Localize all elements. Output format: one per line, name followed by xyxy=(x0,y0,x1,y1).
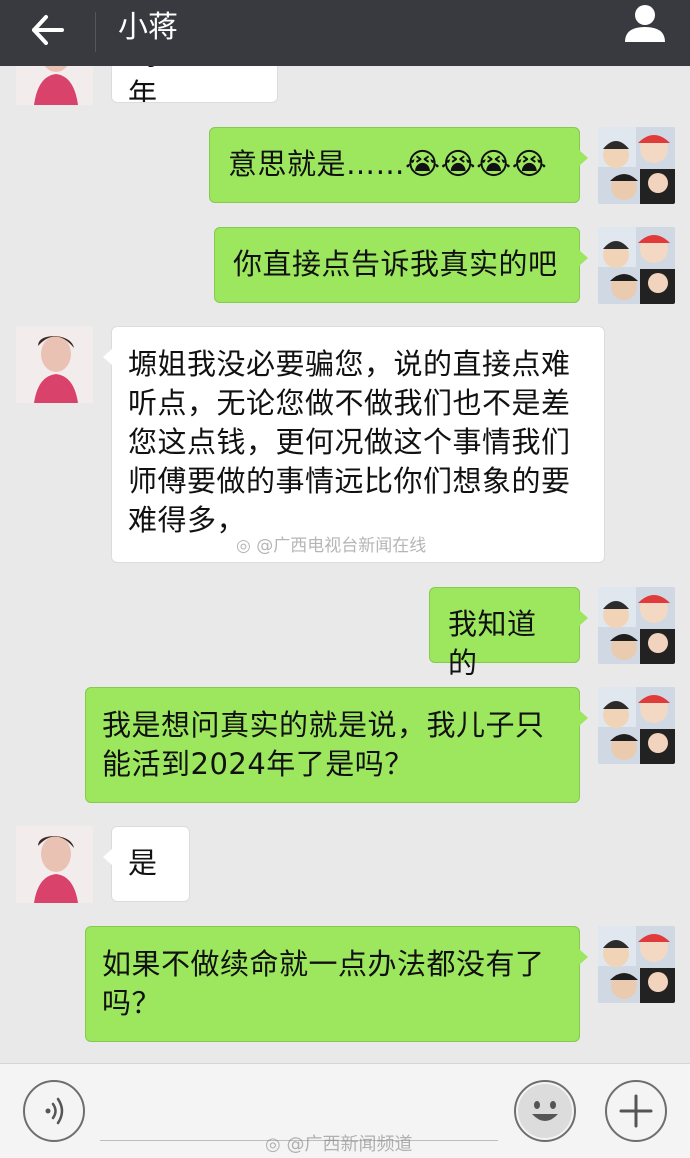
watermark-text: @广西新闻频道 xyxy=(286,1134,413,1155)
chat-title: 小蒋 xyxy=(118,10,178,45)
message-bubble-outgoing[interactable]: 意思就是……😭😭😭😭 xyxy=(209,127,588,203)
profile-button[interactable] xyxy=(620,0,670,48)
watermark: ◎ @广西电视台新闻在线 xyxy=(236,531,426,556)
chat-area[interactable]: 到2024年 意思就是……😭😭😭😭 你直接点告诉我真实的吧 xyxy=(0,66,690,1063)
message-bubble-outgoing[interactable]: 如果不做续命就一点办法都没有了 吗？ xyxy=(85,926,588,1042)
message-line: 能活到2024年了是吗？ xyxy=(102,747,414,781)
message-bubble-incoming[interactable]: 是 xyxy=(103,826,190,902)
header-divider xyxy=(95,12,96,52)
message-line: 听点，无论您做不做我们也不是差 xyxy=(128,386,571,420)
contact-avatar[interactable] xyxy=(16,326,93,403)
message-bubble-outgoing[interactable]: 你直接点告诉我真实的吧 xyxy=(214,227,588,303)
crying-emoji-icon: 😭 xyxy=(511,147,548,182)
user-avatar[interactable] xyxy=(598,687,675,764)
message-text: 你直接点告诉我真实的吧 xyxy=(233,247,558,281)
weibo-icon: ◎ xyxy=(265,1134,281,1155)
message-text: 我知道的 xyxy=(448,607,537,680)
input-toolbar: ◎ @广西新闻频道 xyxy=(0,1063,690,1158)
watermark-text: @广西电视台新闻在线 xyxy=(256,536,427,556)
emoji-button[interactable] xyxy=(514,1080,576,1142)
user-avatar[interactable] xyxy=(598,227,675,304)
message-line: 塬姐我没必要骗您，说的直接点难 xyxy=(128,347,571,381)
message-bubble-incoming[interactable]: 塬姐我没必要骗您，说的直接点难 听点，无论您做不做我们也不是差 您这点钱，更何况… xyxy=(103,326,605,563)
more-button[interactable] xyxy=(605,1080,667,1142)
contact-avatar[interactable] xyxy=(16,826,93,903)
crying-emoji-icon: 😭 xyxy=(476,147,512,182)
smiley-icon xyxy=(518,1084,572,1138)
message-line: 吗？ xyxy=(102,986,162,1020)
arrow-left-icon xyxy=(32,15,64,45)
message-line: 如果不做续命就一点办法都没有了 xyxy=(102,947,545,981)
message-line: 我是想问真实的就是说，我儿子只 xyxy=(102,708,545,742)
back-button[interactable] xyxy=(26,8,70,52)
crying-emoji-icon: 😭 xyxy=(405,147,441,182)
contact-avatar[interactable] xyxy=(16,66,93,105)
message-bubble-incoming[interactable]: 到2024年 xyxy=(111,66,278,103)
weibo-icon: ◎ xyxy=(236,536,251,556)
message-line: 您这点钱，更何况做这个事情我们 xyxy=(128,425,571,459)
user-avatar[interactable] xyxy=(598,587,675,664)
message-bubble-outgoing[interactable]: 我知道的 xyxy=(429,587,588,680)
person-icon xyxy=(625,5,665,42)
user-avatar[interactable] xyxy=(598,127,675,204)
message-bubble-outgoing[interactable]: 我是想问真实的就是说，我儿子只 能活到2024年了是吗？ xyxy=(85,687,588,803)
message-text: 意思就是…… xyxy=(228,147,406,181)
voice-icon xyxy=(45,1097,64,1125)
chat-header: 小蒋 xyxy=(0,0,690,66)
user-avatar[interactable] xyxy=(598,926,675,1003)
plus-icon xyxy=(619,1094,653,1128)
message-line: 师傅要做的事情远比你们想象的要 xyxy=(128,464,571,498)
voice-button[interactable] xyxy=(23,1080,85,1142)
message-text: 是 xyxy=(128,846,158,880)
crying-emoji-icon: 😭 xyxy=(440,147,477,182)
watermark: ◎ @广西新闻频道 xyxy=(265,1130,412,1156)
message-text: 到2024年 xyxy=(128,66,233,103)
